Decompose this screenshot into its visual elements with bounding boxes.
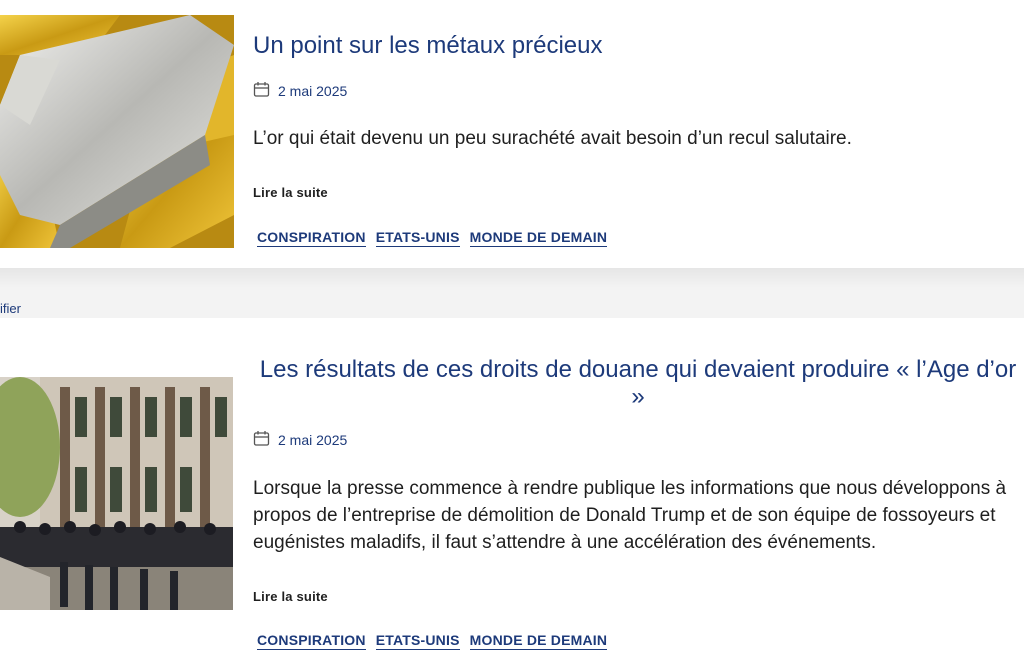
tag-conspiration[interactable]: CONSPIRATION bbox=[257, 229, 366, 247]
article-date: 2 mai 2025 bbox=[253, 430, 347, 450]
calendar-icon bbox=[253, 81, 270, 101]
article-card: Les résultats de ces droits de douane qu… bbox=[0, 318, 1024, 661]
article-tags: CONSPIRATION ETATS-UNIS MONDE DE DEMAIN bbox=[257, 229, 608, 247]
article-date-text: 2 mai 2025 bbox=[278, 432, 348, 448]
tag-monde-de-demain[interactable]: MONDE DE DEMAIN bbox=[469, 229, 608, 247]
article-date-text: 2 mai 2025 bbox=[278, 83, 348, 99]
tag-monde-de-demain[interactable]: MONDE DE DEMAIN bbox=[469, 632, 608, 650]
article-thumbnail-gold-bars[interactable] bbox=[0, 15, 234, 248]
article-title[interactable]: Un point sur les métaux précieux bbox=[253, 32, 953, 59]
tag-etats-unis[interactable]: ETATS-UNIS bbox=[375, 229, 460, 247]
read-more-link[interactable]: Lire la suite bbox=[253, 185, 328, 200]
article-tags: CONSPIRATION ETATS-UNIS MONDE DE DEMAIN bbox=[257, 632, 608, 650]
article-separator bbox=[0, 268, 1024, 318]
article-card: Un point sur les métaux précieux 2 mai 2… bbox=[0, 0, 1024, 268]
article-excerpt: L’or qui était devenu un peu surachété a… bbox=[253, 128, 852, 149]
read-more-link[interactable]: Lire la suite bbox=[253, 589, 328, 604]
separator-partial-text[interactable]: ifier bbox=[0, 301, 21, 316]
calendar-icon bbox=[253, 430, 270, 450]
tag-conspiration[interactable]: CONSPIRATION bbox=[257, 632, 366, 650]
article-title[interactable]: Les résultats de ces droits de douane qu… bbox=[253, 356, 1023, 410]
article-date: 2 mai 2025 bbox=[253, 81, 347, 101]
article-thumbnail-queue[interactable] bbox=[0, 377, 233, 610]
article-excerpt: Lorsque la presse commence à rendre publ… bbox=[253, 478, 1007, 553]
tag-etats-unis[interactable]: ETATS-UNIS bbox=[375, 632, 460, 650]
